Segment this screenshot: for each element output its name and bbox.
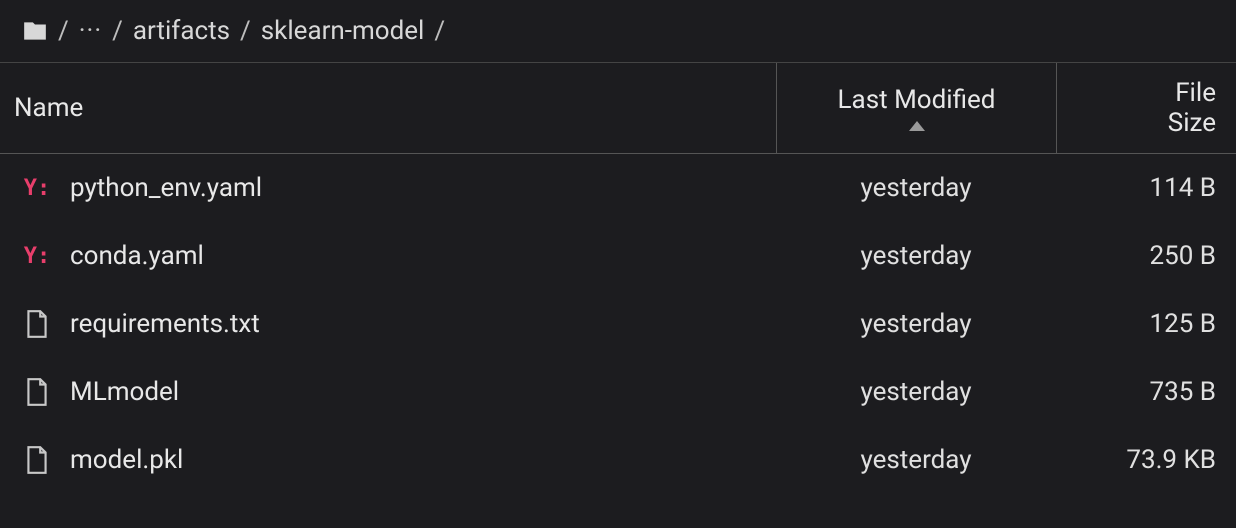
column-header-name-label: Name	[14, 93, 83, 123]
file-row[interactable]: Y: python_env.yaml yesterday114 B	[0, 154, 1236, 222]
file-size: 250 B	[1056, 241, 1236, 271]
file-modified: yesterday	[776, 241, 1056, 271]
yaml-file-icon: Y:	[22, 241, 52, 271]
column-header-size-label-2: Size	[1168, 108, 1216, 138]
sort-ascending-icon	[909, 121, 925, 131]
breadcrumb-separator: /	[112, 16, 123, 46]
file-modified: yesterday	[776, 173, 1056, 203]
file-row[interactable]: Y: conda.yaml yesterday250 B	[0, 222, 1236, 290]
file-list: Y:python_env.yamlyesterday114 BY:conda.y…	[0, 154, 1236, 494]
file-name-cell: MLmodel	[0, 377, 776, 407]
file-name-cell: Y: conda.yaml	[0, 241, 776, 271]
breadcrumb-sklearn-model[interactable]: sklearn-model	[261, 16, 425, 46]
file-icon	[22, 445, 52, 475]
file-row[interactable]: model.pkl yesterday73.9 KB	[0, 426, 1236, 494]
file-modified: yesterday	[776, 309, 1056, 339]
column-header-size[interactable]: File Size	[1056, 63, 1236, 153]
breadcrumb: / ··· / artifacts / sklearn-model /	[0, 0, 1236, 63]
column-header-modified-label: Last Modified	[838, 85, 996, 115]
file-name: MLmodel	[70, 377, 179, 407]
file-name-cell: model.pkl	[0, 445, 776, 475]
breadcrumb-separator: /	[240, 16, 251, 46]
file-size: 114 B	[1056, 173, 1236, 203]
column-header-name[interactable]: Name	[0, 63, 776, 153]
column-header-size-label-1: File	[1175, 78, 1216, 108]
breadcrumb-separator: /	[58, 16, 69, 46]
breadcrumb-separator: /	[434, 16, 445, 46]
table-header: Name Last Modified File Size	[0, 63, 1236, 154]
file-name: conda.yaml	[70, 241, 204, 271]
file-size: 73.9 KB	[1056, 445, 1236, 475]
file-name-cell: requirements.txt	[0, 309, 776, 339]
file-icon	[22, 309, 52, 339]
file-name: model.pkl	[70, 445, 183, 475]
file-modified: yesterday	[776, 445, 1056, 475]
column-header-modified[interactable]: Last Modified	[776, 63, 1056, 153]
file-size: 735 B	[1056, 377, 1236, 407]
file-name: python_env.yaml	[70, 173, 262, 203]
folder-icon	[22, 18, 48, 44]
file-name-cell: Y: python_env.yaml	[0, 173, 776, 203]
file-modified: yesterday	[776, 377, 1056, 407]
file-row[interactable]: MLmodel yesterday735 B	[0, 358, 1236, 426]
breadcrumb-ellipsis[interactable]: ···	[79, 16, 102, 46]
breadcrumb-artifacts[interactable]: artifacts	[133, 16, 230, 46]
file-row[interactable]: requirements.txt yesterday125 B	[0, 290, 1236, 358]
file-name: requirements.txt	[70, 309, 260, 339]
file-size: 125 B	[1056, 309, 1236, 339]
file-icon	[22, 377, 52, 407]
yaml-file-icon: Y:	[22, 173, 52, 203]
